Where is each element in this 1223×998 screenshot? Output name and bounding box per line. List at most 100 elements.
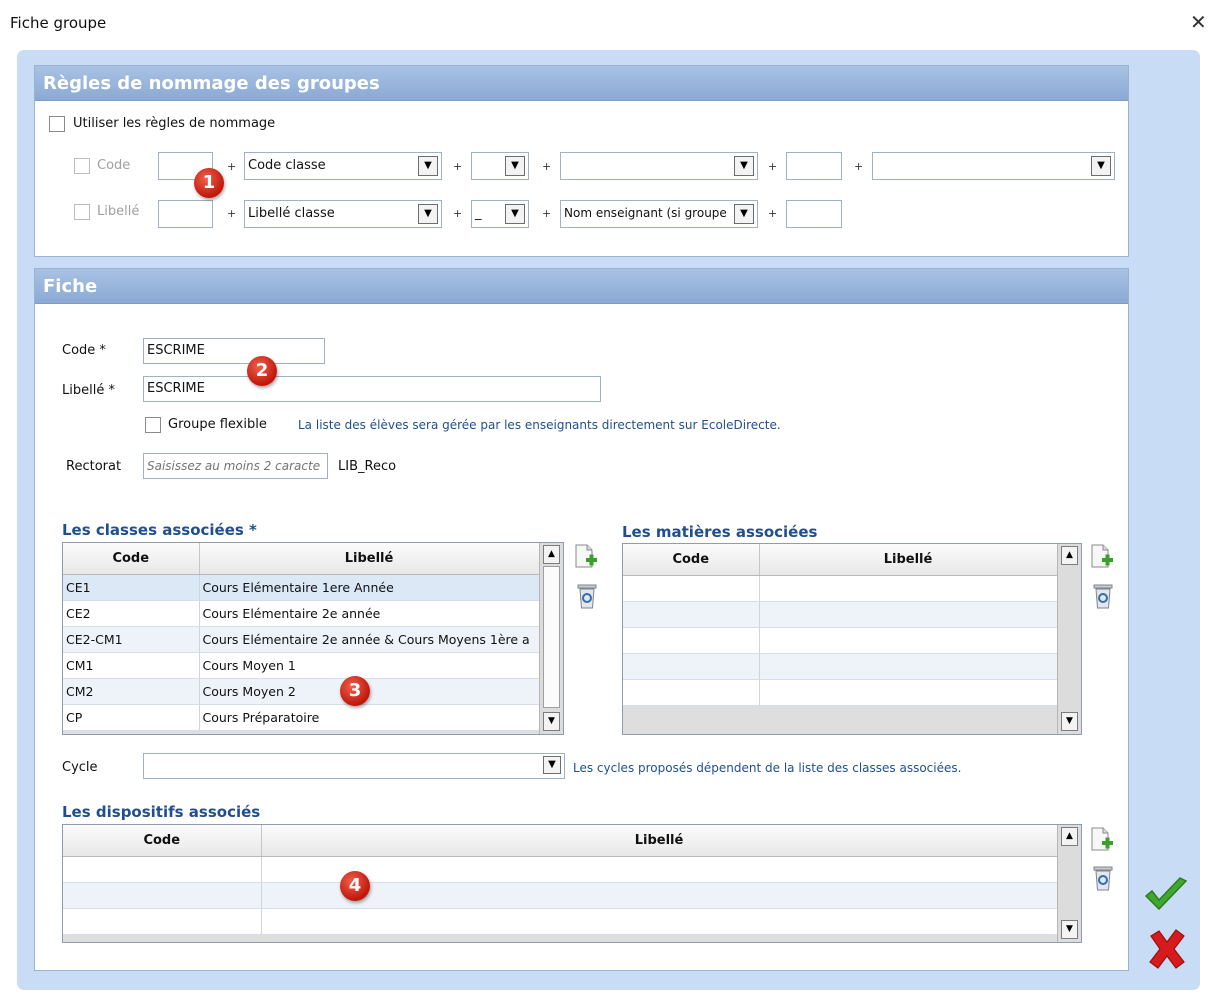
- cycle-select[interactable]: ▼: [143, 753, 565, 779]
- row-code: CP: [63, 704, 200, 731]
- chevron-down-icon[interactable]: ▼: [418, 204, 438, 224]
- cycle-label: Cycle: [62, 760, 98, 775]
- libelle-separator-select[interactable]: _ ▼: [471, 200, 529, 228]
- code-input[interactable]: ESCRIME: [143, 338, 325, 364]
- plus-sign: +: [227, 207, 237, 220]
- annotation-badge-3: 3: [340, 676, 370, 706]
- chevron-down-icon[interactable]: ▼: [1091, 156, 1111, 176]
- code-third-select[interactable]: ▼: [560, 152, 758, 180]
- table-row[interactable]: [63, 856, 1058, 883]
- libelle-rule-checkbox[interactable]: [74, 204, 90, 220]
- table-row[interactable]: CE2-CM1 Cours Elémentaire 2e année & Cou…: [63, 626, 540, 653]
- plus-sign: +: [768, 207, 778, 220]
- libelle-third-select[interactable]: Nom enseignant (si groupe ▼: [560, 200, 758, 228]
- table-row[interactable]: [623, 601, 1058, 628]
- row-libelle: Cours Préparatoire: [199, 704, 540, 731]
- annotation-badge-2: 2: [247, 356, 277, 386]
- scroll-down-icon[interactable]: ▼: [1061, 920, 1078, 939]
- row-libelle: Cours Elémentaire 2e année: [199, 600, 540, 627]
- col-code-header[interactable]: Code: [63, 543, 200, 575]
- row-code: CE2-CM1: [63, 626, 200, 653]
- libelle-prefix-input[interactable]: [158, 200, 213, 228]
- code-source-value: Code classe: [248, 158, 326, 173]
- dispositifs-scrollbar[interactable]: ▲ ▼: [1057, 825, 1081, 942]
- add-document-icon[interactable]: [1089, 543, 1113, 571]
- rectorat-value: LIB_Reco: [338, 459, 397, 474]
- row-code: CE1: [63, 574, 200, 601]
- trash-icon[interactable]: [1091, 582, 1115, 610]
- classes-table: Code Libellé CE1 Cours Elémentaire 1ere …: [62, 542, 564, 735]
- scroll-down-icon[interactable]: ▼: [543, 712, 560, 731]
- code-separator-select[interactable]: ▼: [471, 152, 529, 180]
- classes-scrollbar[interactable]: ▲ ▼: [539, 543, 563, 734]
- code-suffix-input[interactable]: [786, 152, 842, 180]
- chevron-down-icon[interactable]: ▼: [505, 204, 525, 224]
- add-document-icon[interactable]: [573, 543, 597, 571]
- libelle-label: Libellé *: [62, 383, 115, 398]
- col-libelle-header[interactable]: Libellé: [261, 825, 1058, 857]
- scroll-up-icon[interactable]: ▲: [543, 545, 560, 564]
- rectorat-label: Rectorat: [66, 459, 122, 474]
- groupe-flexible-label: Groupe flexible: [168, 417, 267, 432]
- table-row[interactable]: [623, 653, 1058, 680]
- code-fourth-select[interactable]: ▼: [872, 152, 1115, 180]
- libelle-suffix-input[interactable]: [786, 200, 842, 228]
- plus-sign: +: [453, 160, 463, 173]
- dispositifs-table: Code Libellé ▲ ▼: [62, 824, 1082, 943]
- row-code: CE2: [63, 600, 200, 627]
- fiche-header: Fiche: [35, 269, 1128, 304]
- chevron-down-icon[interactable]: ▼: [734, 156, 754, 176]
- code-value: ESCRIME: [147, 343, 205, 358]
- row-code: CM1: [63, 652, 200, 679]
- scroll-thumb[interactable]: [543, 566, 560, 708]
- table-row[interactable]: [63, 908, 1058, 935]
- matieres-table: Code Libellé ▲ ▼: [622, 543, 1082, 735]
- code-source-select[interactable]: Code classe ▼: [244, 152, 442, 180]
- chevron-down-icon[interactable]: ▼: [734, 204, 754, 224]
- trash-icon[interactable]: [575, 582, 599, 610]
- window-title: Fiche groupe: [10, 14, 107, 32]
- scroll-down-icon[interactable]: ▼: [1061, 712, 1078, 731]
- chevron-down-icon[interactable]: ▼: [418, 156, 438, 176]
- use-naming-rules-checkbox[interactable]: [49, 116, 65, 132]
- table-row[interactable]: [63, 882, 1058, 909]
- matieres-scrollbar[interactable]: ▲ ▼: [1057, 544, 1081, 734]
- table-row[interactable]: CM1 Cours Moyen 1: [63, 652, 540, 679]
- table-row[interactable]: CE1 Cours Elémentaire 1ere Année: [63, 574, 540, 601]
- libelle-input[interactable]: ESCRIME: [143, 376, 601, 402]
- libelle-source-select[interactable]: Libellé classe ▼: [244, 200, 442, 228]
- groupe-flexible-checkbox[interactable]: [145, 417, 161, 433]
- libelle-separator-value: _: [475, 206, 482, 221]
- row-code: CM2: [63, 678, 200, 705]
- table-row[interactable]: CE2 Cours Elémentaire 2e année: [63, 600, 540, 627]
- col-libelle-header[interactable]: Libellé: [759, 544, 1058, 576]
- col-code-header[interactable]: Code: [63, 825, 262, 857]
- scroll-up-icon[interactable]: ▲: [1061, 546, 1078, 565]
- table-row[interactable]: [623, 627, 1058, 654]
- close-icon[interactable]: ✕: [1190, 10, 1207, 34]
- title-bar: Fiche groupe ✕: [0, 0, 1223, 44]
- checkmark-icon[interactable]: [1143, 876, 1189, 914]
- cancel-x-icon[interactable]: [1147, 928, 1187, 970]
- table-row[interactable]: [623, 575, 1058, 602]
- chevron-down-icon[interactable]: ▼: [543, 756, 561, 774]
- libelle-source-value: Libellé classe: [248, 206, 335, 221]
- chevron-down-icon[interactable]: ▼: [505, 156, 525, 176]
- col-code-header[interactable]: Code: [623, 544, 760, 576]
- annotation-badge-1: 1: [194, 168, 224, 198]
- cycle-hint: Les cycles proposés dépendent de la list…: [573, 761, 962, 775]
- table-row[interactable]: CM2 Cours Moyen 2: [63, 678, 540, 705]
- row-libelle: Cours Elémentaire 2e année & Cours Moyen…: [199, 626, 540, 653]
- row-libelle: Cours Moyen 1: [199, 652, 540, 679]
- table-row[interactable]: [623, 679, 1058, 706]
- col-libelle-header[interactable]: Libellé: [199, 543, 540, 575]
- naming-rules-header: Règles de nommage des groupes: [35, 66, 1128, 101]
- use-naming-rules-label: Utiliser les règles de nommage: [73, 116, 276, 131]
- add-document-icon[interactable]: [1089, 826, 1113, 854]
- trash-icon[interactable]: [1091, 864, 1115, 892]
- code-rule-checkbox[interactable]: [74, 158, 90, 174]
- rectorat-search-input[interactable]: [143, 453, 328, 479]
- scroll-up-icon[interactable]: ▲: [1061, 827, 1078, 846]
- table-row[interactable]: CP Cours Préparatoire: [63, 704, 540, 731]
- plus-sign: +: [768, 160, 778, 173]
